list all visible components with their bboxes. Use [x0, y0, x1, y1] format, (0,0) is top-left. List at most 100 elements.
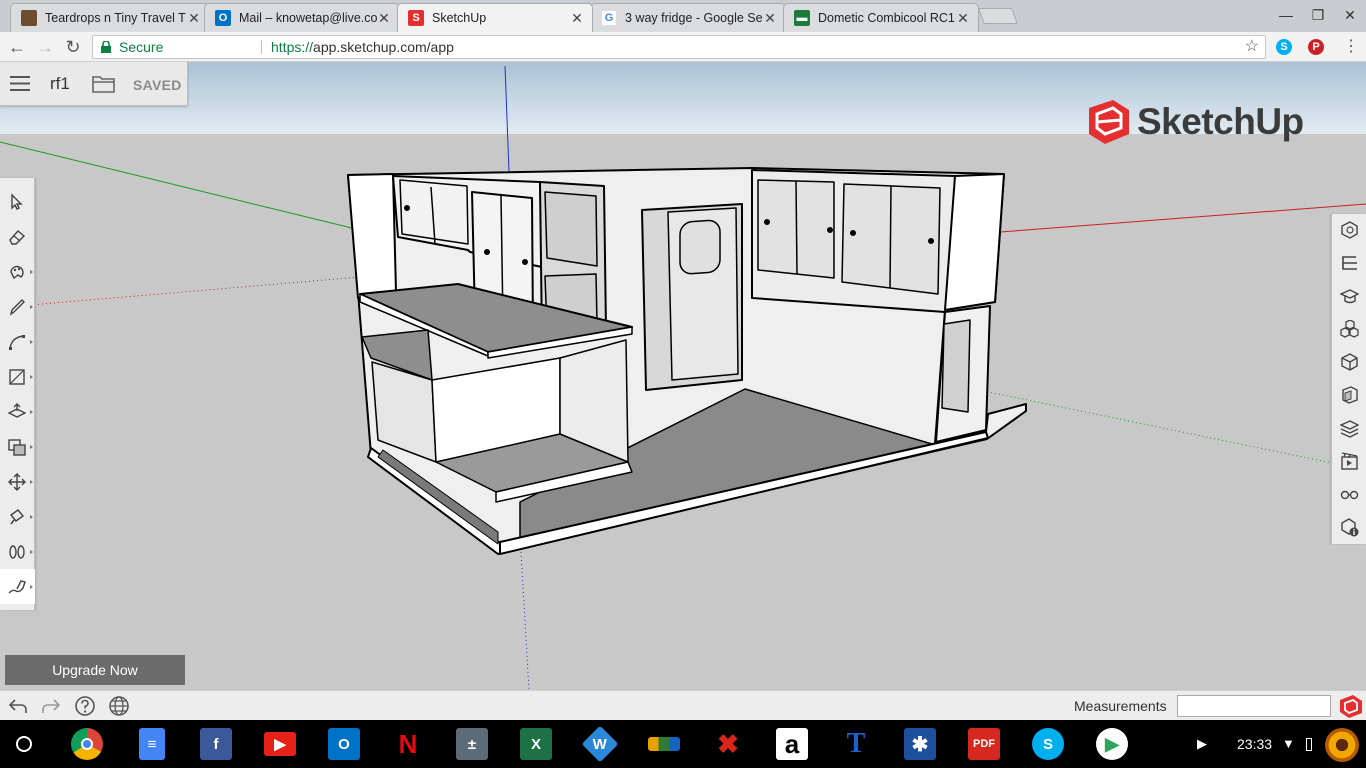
help-icon[interactable]: [74, 695, 96, 717]
walk-tool-button[interactable]: [0, 534, 35, 569]
back-arrow-icon[interactable]: ←: [6, 36, 28, 58]
paint-bucket-tool-button[interactable]: [0, 254, 35, 289]
push-pull-tool-button[interactable]: [0, 394, 35, 429]
measurements-input[interactable]: [1177, 695, 1331, 717]
undo-icon[interactable]: [7, 695, 29, 717]
amazon-app-icon[interactable]: a: [776, 728, 808, 760]
folder-open-icon[interactable]: [92, 73, 116, 93]
styles-button[interactable]: [1332, 379, 1366, 412]
eraser-tool-icon: [9, 230, 26, 245]
skype-extension-icon[interactable]: S: [1276, 39, 1292, 55]
materials-button[interactable]: [1332, 346, 1366, 379]
walk-tool-icon: [9, 545, 25, 559]
youtube-app-icon[interactable]: ▶: [264, 732, 296, 756]
browser-tab-sketchup[interactable]: S SketchUp ✕: [397, 3, 593, 32]
instructor-icon: [1340, 289, 1359, 304]
tab-title: 3 way fridge - Google Sea: [625, 11, 763, 25]
offset-tool-icon: [8, 439, 26, 456]
bookmark-star-icon[interactable]: ☆: [1245, 36, 1259, 58]
battery-icon[interactable]: [1306, 738, 1312, 751]
model-scene[interactable]: [0, 62, 1366, 690]
model-info-button[interactable]: [1332, 511, 1366, 544]
new-tab-button[interactable]: [978, 8, 1018, 24]
pixel-game-app-icon[interactable]: ✖: [712, 728, 744, 760]
address-divider: [261, 40, 262, 54]
tape-measure-tool-button[interactable]: [0, 499, 35, 534]
window-close-icon[interactable]: ✕: [1340, 5, 1360, 25]
clock[interactable]: 23:33: [1237, 736, 1272, 752]
expand-arrow-icon: [30, 515, 33, 519]
arc-tool-button[interactable]: [0, 324, 35, 359]
left-toolbar: [0, 178, 35, 610]
redo-icon[interactable]: [40, 695, 62, 717]
pdf-app-icon[interactable]: PDF: [968, 728, 1000, 760]
facebook-app-icon[interactable]: f: [200, 728, 232, 760]
move-tool-icon: [8, 473, 26, 491]
address-bar[interactable]: Secure https://app.sketchup.com/app ☆: [92, 35, 1266, 59]
rectangle-tool-button[interactable]: [0, 359, 35, 394]
browser-tab-dometic[interactable]: ▬ Dometic Combicool RC1 ✕: [783, 3, 979, 32]
outlook-app-icon[interactable]: O: [328, 728, 360, 760]
entity-info-button[interactable]: [1332, 214, 1366, 247]
globe-icon[interactable]: [108, 695, 130, 717]
restore-icon[interactable]: ❐: [1308, 5, 1328, 25]
browser-tab-google[interactable]: G 3 way fridge - Google Sea ✕: [590, 3, 786, 32]
cast-icon[interactable]: ▶: [1197, 736, 1207, 752]
rectangle-tool-icon: [9, 369, 25, 385]
entity-info-icon: [1341, 221, 1358, 239]
layers-button[interactable]: [1332, 412, 1366, 445]
close-icon[interactable]: ✕: [763, 10, 777, 27]
wunderlist-app-icon[interactable]: W: [581, 725, 619, 763]
minimize-icon[interactable]: —: [1276, 5, 1296, 25]
forward-arrow-icon[interactable]: →: [34, 36, 56, 58]
hamburger-menu-icon[interactable]: [10, 75, 30, 92]
reload-icon[interactable]: ↻: [62, 36, 84, 58]
menu-dots-icon[interactable]: ⋮: [1340, 36, 1362, 58]
instructor-button[interactable]: [1332, 280, 1366, 313]
display-button[interactable]: [1332, 478, 1366, 511]
colors-app-icon[interactable]: [648, 737, 680, 751]
url-host-path: app.sketchup.com/app: [313, 39, 454, 55]
terminal-t-app-icon[interactable]: T: [840, 728, 872, 760]
expand-arrow-icon: [30, 585, 33, 589]
teardrop-favicon-icon: [21, 10, 37, 26]
select-tool-button[interactable]: [0, 184, 35, 219]
freehand-tool-icon: [8, 580, 26, 594]
skype-app-icon[interactable]: S: [1032, 728, 1064, 760]
netflix-app-icon[interactable]: N: [392, 728, 424, 760]
launcher-icon[interactable]: [16, 736, 32, 752]
file-name[interactable]: rf1: [50, 74, 70, 94]
google-docs-app-icon[interactable]: ≡: [139, 728, 165, 760]
play-store-app-icon[interactable]: ▶: [1096, 728, 1128, 760]
excel-app-icon[interactable]: X: [520, 728, 552, 760]
styles-icon: [1342, 386, 1358, 404]
expand-arrow-icon: [30, 550, 33, 554]
browser-tab-mail[interactable]: O Mail – knowetap@live.co ✕: [204, 3, 400, 32]
line-tool-button[interactable]: [0, 289, 35, 324]
sketchup-viewport[interactable]: rf1 SAVED SketchUp Upgrade Now: [0, 62, 1366, 690]
move-tool-button[interactable]: [0, 464, 35, 499]
browser-tab-teardrops[interactable]: Teardrops n Tiny Travel T ✕: [10, 3, 210, 32]
calculator-app-icon[interactable]: ±: [456, 728, 488, 760]
sketchup-logo: SketchUp: [1087, 98, 1307, 148]
avatar[interactable]: [1325, 728, 1359, 762]
sketchup-status-icon[interactable]: [1339, 694, 1363, 718]
wifi-icon[interactable]: ▼: [1282, 736, 1295, 752]
upgrade-now-button[interactable]: Upgrade Now: [5, 655, 185, 685]
freehand-tool-button[interactable]: [0, 569, 35, 604]
close-icon[interactable]: ✕: [187, 10, 201, 27]
sketchup-logo-icon: [1089, 100, 1129, 144]
pinterest-extension-icon[interactable]: P: [1308, 39, 1324, 55]
offset-tool-button[interactable]: [0, 429, 35, 464]
scenes-button[interactable]: [1332, 445, 1366, 478]
close-icon[interactable]: ✕: [570, 10, 584, 27]
close-icon[interactable]: ✕: [377, 10, 391, 27]
outliner-button[interactable]: [1332, 247, 1366, 280]
eraser-tool-button[interactable]: [0, 219, 35, 254]
close-icon[interactable]: ✕: [956, 10, 970, 27]
snowflake-app-icon[interactable]: ✱: [904, 728, 936, 760]
chrome-app-icon[interactable]: [71, 728, 103, 760]
measurements-label: Measurements: [1074, 698, 1167, 714]
components-button[interactable]: [1332, 313, 1366, 346]
outlook-favicon-icon: O: [215, 10, 231, 26]
